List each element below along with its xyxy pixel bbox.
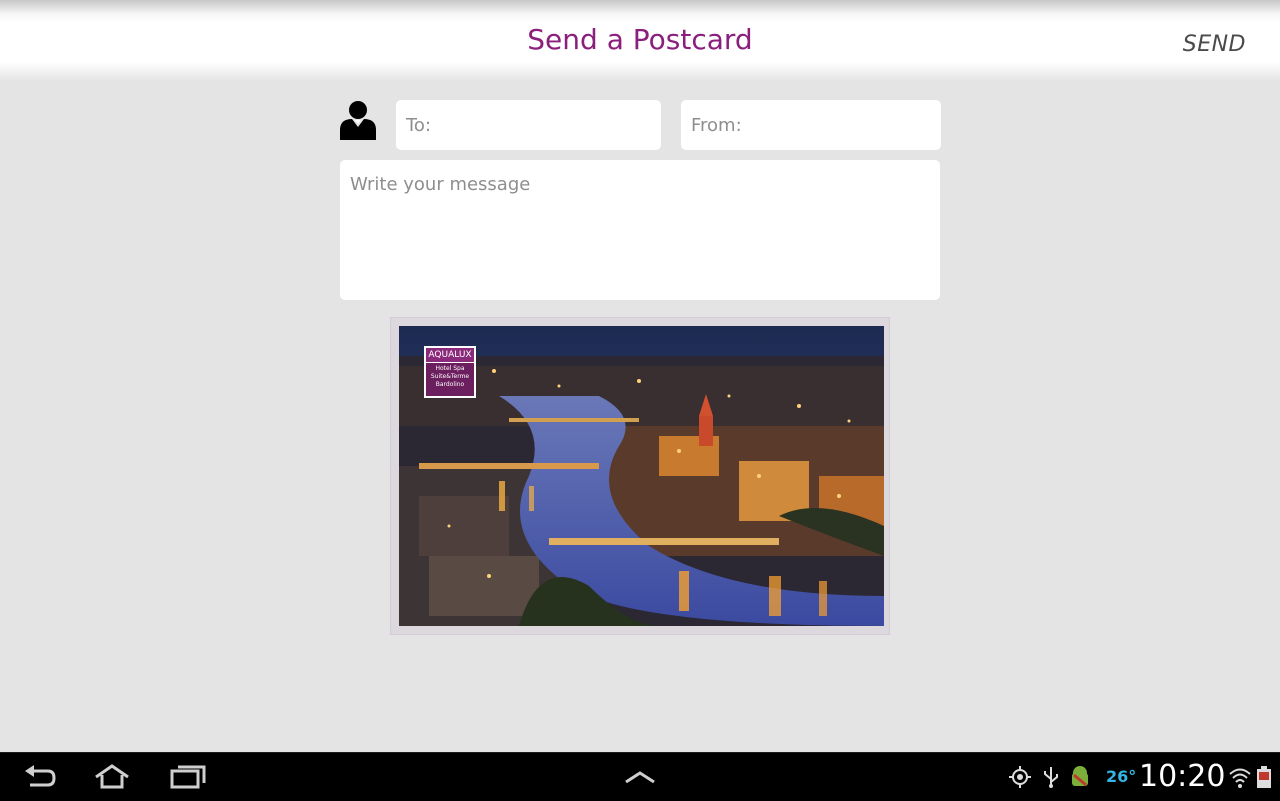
logo-line: Hotel Spa bbox=[435, 365, 465, 372]
logo-brand: AQUALUX bbox=[426, 348, 474, 363]
clock[interactable]: 10:20 bbox=[1139, 759, 1225, 795]
wifi-icon bbox=[1229, 768, 1251, 788]
contact-person-icon[interactable] bbox=[340, 100, 376, 140]
android-debug-icon bbox=[1072, 766, 1088, 787]
aqualux-logo: AQUALUX Hotel Spa Suite&Terme Bardolino bbox=[424, 346, 476, 398]
page-title: Send a Postcard bbox=[527, 23, 753, 56]
postcard-frame[interactable]: AQUALUX Hotel Spa Suite&Terme Bardolino bbox=[390, 317, 890, 635]
recent-apps-icon[interactable] bbox=[170, 763, 206, 791]
logo-line: Bardolino bbox=[435, 381, 465, 388]
location-icon bbox=[1009, 766, 1031, 788]
send-button[interactable]: SEND bbox=[1183, 32, 1246, 57]
home-icon[interactable] bbox=[94, 763, 130, 791]
battery-icon bbox=[1257, 766, 1271, 788]
usb-icon bbox=[1044, 767, 1058, 788]
to-field[interactable] bbox=[396, 100, 661, 150]
chevron-up-icon[interactable] bbox=[622, 763, 658, 791]
back-icon[interactable] bbox=[22, 763, 58, 791]
weather-temperature: 26° bbox=[1106, 767, 1137, 786]
from-field[interactable] bbox=[681, 100, 941, 150]
system-navigation-bar: 26° 10:20 bbox=[0, 752, 1280, 801]
logo-line: Suite&Terme bbox=[430, 373, 470, 380]
action-bar: Send a Postcard SEND bbox=[0, 0, 1280, 80]
postcard-image[interactable]: AQUALUX Hotel Spa Suite&Terme Bardolino bbox=[399, 326, 884, 626]
message-field[interactable] bbox=[340, 160, 940, 300]
logo-text: Hotel Spa Suite&Terme Bardolino bbox=[426, 363, 474, 389]
